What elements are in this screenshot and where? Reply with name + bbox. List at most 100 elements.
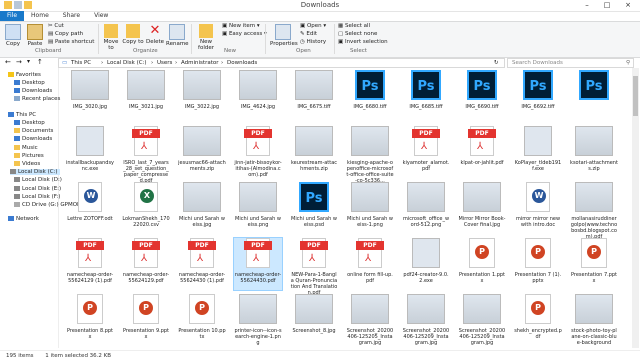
file-item[interactable]: ksotari-attachments.zip [570,126,618,178]
rename-button[interactable]: Rename [166,23,189,47]
up-button[interactable]: ↑ [37,58,43,66]
nav-videos[interactable]: Videos [14,161,40,167]
select-none-button[interactable]: ▢ Select none [338,31,377,37]
delete-button[interactable]: ✕ Delete [144,23,166,46]
file-item[interactable]: printer-icon--icon-search-engine-1.png [234,294,282,346]
nav-music[interactable]: Music [14,145,38,151]
invert-selection-button[interactable]: ▣ Invert selection [338,39,388,45]
file-item[interactable]: IMG_4624.jpg [234,70,282,122]
file-item[interactable]: Screenshot_20200406-125209_Instagram.jpg [458,294,506,346]
recent-locations-button[interactable]: ▾ [27,58,30,65]
file-item[interactable]: Ps IMG_6685.tiff [402,70,450,122]
tab-file[interactable]: File [0,11,25,21]
file-item[interactable]: IMG_6675.tiff [290,70,338,122]
file-item[interactable]: P Presentation 7.pptx [570,238,618,290]
nav-downloads[interactable]: Downloads [14,88,52,94]
minimize-button[interactable]: – [577,0,597,11]
move-to-button[interactable]: Move to [100,23,122,51]
file-item[interactable]: PDF ⅄ NEW-Para-1-Bangla Quran-Pronunciatio… [290,238,338,296]
file-item[interactable]: Michi und Sarah weiss.jpg [178,182,226,234]
new-item-button[interactable]: ▣ New item ▾ [222,23,260,29]
file-item[interactable]: X LokmanShekh_17022020.csv [122,182,170,234]
file-item[interactable]: Screenshot_20200406-125209_Instagram.jpg [402,294,450,346]
scrollbar-thumb[interactable] [633,76,638,116]
copy-to-button[interactable]: Copy to [122,23,144,45]
file-item[interactable]: keurestream-attachments.zip [290,126,338,178]
file-item[interactable]: installbackupandsync.exe [66,126,114,178]
back-button[interactable]: ← [5,58,11,66]
file-item[interactable]: Ps [570,70,618,122]
file-item[interactable]: Pshekh_encrypted.pdf [514,294,562,346]
nav-local-disk-e[interactable]: Local Disk (E:) [14,186,61,192]
forward-button[interactable]: → [16,58,22,66]
open-button[interactable]: ▣ Open ▾ [300,23,326,29]
address-bar[interactable]: ▭ This PC › Local Disk (C:) › Users › Ad… [58,58,505,68]
nav-local-disk-d[interactable]: Local Disk (D:) [14,177,62,183]
copy-path-button[interactable]: ▤ Copy path [48,31,83,37]
file-item[interactable]: Mirror Mirror Book-Cover final.jpg [458,182,506,234]
breadcrumb-users[interactable]: Users [157,59,172,67]
close-button[interactable]: × [618,0,638,11]
nav-favorites[interactable]: Favorites [8,72,41,78]
file-item[interactable]: jesusmac66-attachments.zip [178,126,226,178]
nav-local-disk-f[interactable]: Local Disk (F:) [14,194,60,200]
maximize-button[interactable]: □ [597,0,617,11]
file-item[interactable]: PDF ⅄ namecheap-order-55624430.pdf [233,237,283,291]
file-item[interactable]: P Presentation 1.pptx [458,238,506,290]
file-item[interactable]: P Presentation 7 (1).pptx [514,238,562,290]
vertical-scrollbar[interactable] [632,68,639,348]
paste-button[interactable]: Paste [24,23,46,47]
breadcrumb-this-pc[interactable]: This PC [71,59,91,67]
easy-access-button[interactable]: ▣ Easy access ▾ [222,31,267,37]
breadcrumb-downloads[interactable]: Downloads [227,59,257,67]
file-item[interactable]: P Presentation 8.pptx [66,294,114,346]
file-item[interactable]: KoPlayer_tldeb191f.exe [514,126,562,178]
properties-button[interactable]: Properties [270,23,298,47]
file-item[interactable]: PDF ⅄ ISRO_last_7_years_28_set_question_pa… [122,126,170,184]
file-item[interactable]: stock-photo-toy-plane-on-classic-blue-ba… [570,294,618,346]
file-item[interactable]: PDF ⅄ online form fill-up.pdf [346,238,394,290]
tab-home[interactable]: Home [24,11,56,21]
copy-button[interactable]: Copy [2,23,24,47]
tab-view[interactable]: View [87,11,115,21]
nav-pictures[interactable]: Pictures [14,153,44,159]
nav-recent-places[interactable]: Recent places [14,96,60,102]
file-item[interactable]: IMG_3020.jpg [66,70,114,122]
file-item[interactable]: Ps Michi und Sarah weiss.psd [290,182,338,234]
nav-desktop-pc[interactable]: Desktop [14,120,45,126]
file-item[interactable]: Ps IMG_6692.tiff [514,70,562,122]
file-item[interactable]: IMG_3021.jpg [122,70,170,122]
nav-this-pc[interactable]: This PC [8,112,36,118]
file-item[interactable]: PDF ⅄ namecheap-order-55624129 (1).pdf [66,238,114,290]
file-item[interactable]: PDF ⅄ jinn-jatir-bissoykor-itihas-(Almodin… [234,126,282,178]
edit-button[interactable]: ✎ Edit [300,31,317,37]
nav-desktop[interactable]: Desktop [14,80,45,86]
breadcrumb-administrator[interactable]: Administrator [181,59,219,67]
file-item[interactable]: kiesging-apache-openoffice-microsoft-off… [346,126,394,184]
tab-share[interactable]: Share [56,11,87,21]
select-all-button[interactable]: ▦ Select all [338,23,370,29]
file-item[interactable]: microsoft_office_word-512.png [402,182,450,234]
file-item[interactable]: mollanasiruddinergolpo(www.technobosbd.b… [570,182,618,240]
nav-documents[interactable]: Documents [14,128,53,134]
file-item[interactable]: PDF ⅄ kiyamoter_alamot.pdf [402,126,450,178]
file-item[interactable]: Wmirror mirror new with intro.doc [514,182,562,234]
nav-network[interactable]: Network [8,216,39,222]
file-item[interactable]: PDF ⅄ namecheap-order-55624430 (1).pdf [178,238,226,290]
nav-downloads-pc[interactable]: Downloads [14,136,52,142]
new-folder-button[interactable]: New folder [195,23,217,51]
file-item[interactable]: Michi und Sarah weiss.png [234,182,282,234]
breadcrumb-local-disk[interactable]: Local Disk (C:) [107,59,147,67]
file-item[interactable]: W Lettre ZOTOFF.odt [66,182,114,234]
history-button[interactable]: ◷ History [300,39,326,45]
file-item[interactable]: pdf24-creator-9.0.2.exe [402,238,450,290]
file-item[interactable]: IMG_3022.jpg [178,70,226,122]
file-item[interactable]: Michi und Sarah weiss-1.png [346,182,394,234]
search-input[interactable]: Search Downloads ⚲ [507,58,634,68]
file-item[interactable]: Ps IMG_6690.tiff [458,70,506,122]
nav-local-disk-c[interactable]: Local Disk (C:) [10,169,60,175]
file-item[interactable]: PDF ⅄ klpat-or-jahlit.pdf [458,126,506,178]
refresh-icon[interactable]: ↻ [494,59,499,67]
file-item[interactable]: PDF ⅄ namecheap-order-55624129.pdf [122,238,170,290]
file-item[interactable]: Ps IMG_6680.tiff [346,70,394,122]
